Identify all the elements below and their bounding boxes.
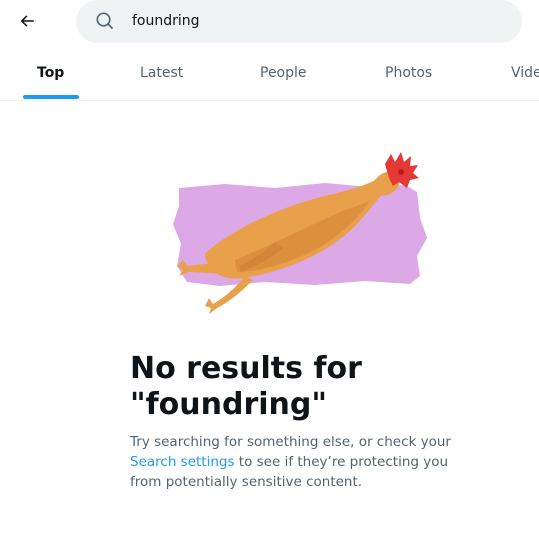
tab-people[interactable]: People <box>260 52 307 100</box>
back-button[interactable] <box>10 4 44 38</box>
search-box[interactable] <box>76 0 522 43</box>
tab-photos[interactable]: Photos <box>385 52 432 100</box>
search-input[interactable] <box>132 8 502 34</box>
message-before-text: Try searching for something else, or che… <box>130 434 451 450</box>
search-tabs: Top Latest People Photos Videos <box>0 52 539 101</box>
empty-state-title: No results for "foundring" <box>130 351 362 422</box>
arrow-left-icon <box>20 15 34 27</box>
tab-videos[interactable]: Videos <box>511 52 539 100</box>
active-tab-indicator <box>23 95 79 99</box>
search-settings-link[interactable]: Search settings <box>130 454 235 470</box>
tab-latest[interactable]: Latest <box>140 52 183 100</box>
search-results-page: Top Latest People Photos Videos No resul… <box>0 0 539 552</box>
tab-top[interactable]: Top <box>37 52 64 100</box>
empty-state-message: Try searching for something else, or che… <box>130 432 465 492</box>
search-header <box>0 0 539 43</box>
search-icon <box>96 12 114 30</box>
rubber-chicken-illustration <box>173 152 427 314</box>
